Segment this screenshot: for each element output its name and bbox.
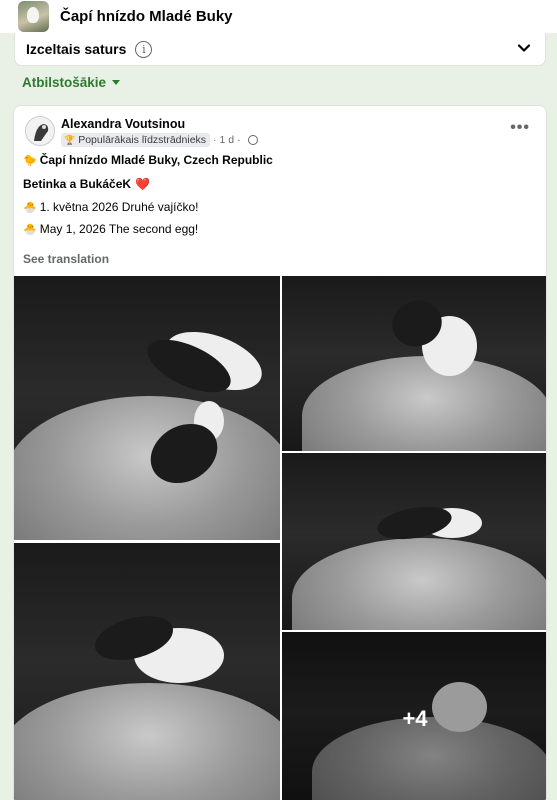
post-meta: 🏆 Populārākais līdzstrādnieks · 1 d · xyxy=(61,133,258,147)
caret-down-icon xyxy=(112,80,121,85)
post-photo-5[interactable]: +4 xyxy=(282,632,546,800)
more-options-icon[interactable]: ••• xyxy=(510,119,530,137)
info-icon[interactable]: i xyxy=(135,40,153,58)
heart-icon: ❤️ xyxy=(135,177,150,191)
post-card: Alexandra Voutsinou 🏆 Populārākais līdzs… xyxy=(13,105,547,800)
sort-label: Atbilstošākie xyxy=(22,75,107,90)
post-line-4: 🐣 May 1, 2026 The second egg! xyxy=(23,222,198,236)
meta-separator: · xyxy=(213,134,217,146)
hatching-chick-icon: 🐣 xyxy=(23,201,37,214)
top-contributor-badge[interactable]: 🏆 Populārākais līdzstrādnieks xyxy=(61,133,211,147)
see-translation-link[interactable]: See translation xyxy=(23,252,109,266)
group-avatar[interactable] xyxy=(18,1,49,32)
featured-label: Izceltais saturs xyxy=(26,41,127,57)
post-text-4: May 1, 2026 The second egg! xyxy=(39,222,199,236)
post-time[interactable]: 1 d xyxy=(220,134,235,146)
more-photos-overlay[interactable]: +4 xyxy=(282,632,546,800)
author-name[interactable]: Alexandra Voutsinou xyxy=(61,117,185,131)
post-line-3: 🐣 1. května 2026 Druhé vajíčko! xyxy=(23,200,198,214)
post-photo-4[interactable] xyxy=(14,543,280,800)
post-photo-3[interactable] xyxy=(282,453,546,630)
group-title[interactable]: Čapí hnízdo Mladé Buky xyxy=(60,8,233,25)
post-line-2: Betinka a BukáčeK ❤️ xyxy=(23,177,150,191)
sort-dropdown[interactable]: Atbilstošākie xyxy=(22,75,121,90)
author-avatar[interactable] xyxy=(25,116,55,146)
chevron-down-icon[interactable] xyxy=(517,41,531,55)
group-header: Čapí hnízdo Mladé Buky xyxy=(0,0,557,33)
post-text-2: Betinka a BukáčeK xyxy=(23,177,132,191)
post-text-3: 1. května 2026 Druhé vajíčko! xyxy=(39,200,199,214)
chick-icon: 🐤 xyxy=(23,154,37,167)
featured-content-bar[interactable]: Izceltais saturs i xyxy=(14,33,546,66)
globe-icon xyxy=(247,135,258,145)
post-line-1: 🐤 Čapí hnízdo Mladé Buky, Czech Republic xyxy=(23,153,273,167)
post-photo-1[interactable] xyxy=(14,276,280,540)
post-text-1: Čapí hnízdo Mladé Buky, Czech Republic xyxy=(39,153,273,167)
trophy-icon: 🏆 xyxy=(64,134,76,145)
badge-label: Populārākais līdzstrādnieks xyxy=(78,134,207,146)
meta-separator: · xyxy=(237,134,241,146)
hatching-chick-icon: 🐣 xyxy=(23,223,37,236)
post-photo-2[interactable] xyxy=(282,276,546,451)
